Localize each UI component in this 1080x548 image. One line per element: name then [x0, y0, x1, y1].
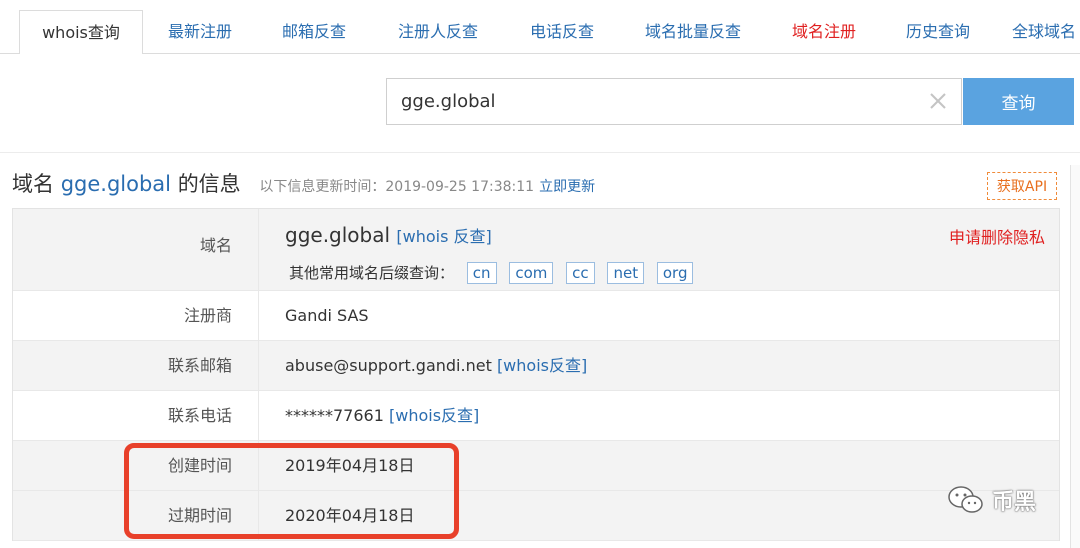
tab-email-reverse[interactable]: 邮箱反查	[272, 0, 356, 53]
table-row-registrar: 注册商 Gandi SAS	[13, 291, 1059, 341]
title-prefix: 域名	[12, 172, 54, 196]
table-row-phone: 联系电话 ******77661 [whois反查]	[13, 391, 1059, 441]
tab-latest-register[interactable]: 最新注册	[158, 0, 242, 53]
search-input[interactable]	[387, 79, 917, 124]
tab-bar: whois查询 最新注册 邮箱反查 注册人反查 电话反查 域名批量反查 域名注册…	[0, 0, 1080, 56]
search-section: 查询	[0, 54, 1080, 153]
title-suffix: 的信息	[177, 172, 241, 196]
update-now-link[interactable]: 立即更新	[539, 179, 595, 195]
get-api-button[interactable]: 获取API	[987, 172, 1057, 200]
scroll-edge	[1070, 165, 1080, 548]
row-label: 注册商	[13, 291, 259, 340]
email-value: abuse@support.gandi.net [whois反查]	[285, 341, 587, 391]
watermark-text: 币黑	[992, 490, 1037, 515]
row-label: 联系电话	[13, 391, 259, 440]
suffix-cc[interactable]: cc	[566, 262, 595, 284]
tab-history[interactable]: 历史查询	[896, 0, 980, 53]
phone-text: ******77661	[285, 406, 384, 425]
clear-icon[interactable]	[927, 90, 949, 112]
search-button[interactable]: 查询	[963, 78, 1074, 125]
suffix-line: 其他常用域名后缀查询： cn com cc net org	[289, 262, 694, 284]
phone-whois-link[interactable]: [whois反查]	[389, 406, 479, 425]
info-header: 域名 gge.global 的信息 以下信息更新时间：2019-09-25 17…	[12, 168, 595, 198]
tab-batch-reverse[interactable]: 域名批量反查	[636, 0, 750, 53]
row-label: 域名	[13, 209, 259, 290]
table-row-domain: 域名 gge.global [whois 反查] 其他常用域名后缀查询： cn …	[13, 209, 1059, 291]
domain-value: gge.global [whois 反查]	[285, 223, 492, 247]
info-title: 域名 gge.global 的信息	[12, 172, 247, 196]
tab-domain-register[interactable]: 域名注册	[782, 0, 866, 53]
tab-global-domain[interactable]: 全球域名	[1012, 0, 1080, 53]
remove-privacy-link[interactable]: 申请删除隐私	[949, 224, 1045, 248]
whois-reverse-link[interactable]: [whois 反查]	[396, 227, 491, 246]
updated-text: 以下信息更新时间：2019-09-25 17:38:11	[259, 179, 535, 195]
email-whois-link[interactable]: [whois反查]	[497, 356, 587, 375]
suffix-org[interactable]: org	[656, 262, 694, 284]
phone-value: ******77661 [whois反查]	[285, 391, 479, 441]
email-text: abuse@support.gandi.net	[285, 356, 492, 375]
suffix-com[interactable]: com	[509, 262, 554, 284]
wechat-icon	[948, 486, 983, 513]
tab-phone-reverse[interactable]: 电话反查	[520, 0, 604, 53]
domain-text: gge.global	[285, 223, 391, 247]
date-highlight-box	[124, 443, 459, 539]
search-box	[386, 78, 962, 125]
tab-whois[interactable]: whois查询	[19, 10, 143, 56]
suffix-label: 其他常用域名后缀查询：	[289, 264, 455, 282]
row-label: 联系邮箱	[13, 341, 259, 390]
tab-registrant-reverse[interactable]: 注册人反查	[388, 0, 488, 53]
suffix-cn[interactable]: cn	[466, 262, 497, 284]
title-domain: gge.global	[60, 172, 171, 196]
suffix-net[interactable]: net	[607, 262, 645, 284]
registrar-value: Gandi SAS	[285, 306, 369, 325]
watermark: 币黑	[946, 482, 1036, 518]
table-row-email: 联系邮箱 abuse@support.gandi.net [whois反查]	[13, 341, 1059, 391]
